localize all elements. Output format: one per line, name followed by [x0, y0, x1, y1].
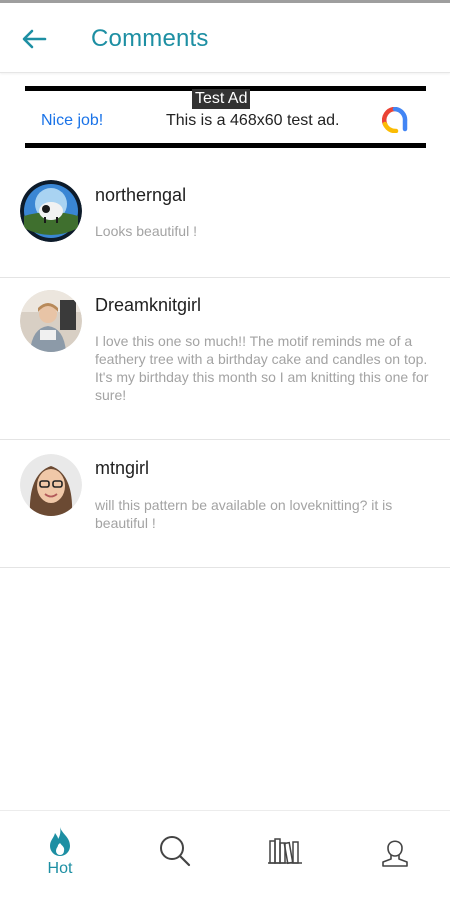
comment-username[interactable]: northerngal	[95, 185, 186, 206]
avatar-image	[20, 454, 82, 516]
avatar-image	[20, 290, 82, 352]
app-bar: Comments	[0, 3, 450, 73]
nav-label-hot: Hot	[47, 860, 73, 877]
search-icon	[160, 836, 191, 867]
bottom-nav: Hot	[0, 810, 450, 900]
library-icon	[268, 838, 302, 865]
nav-item-hot[interactable]: Hot	[4, 811, 116, 900]
page-title: Comments	[91, 25, 209, 52]
comment-text: I love this one so much!! The motif remi…	[95, 333, 429, 403]
nav-item-profile[interactable]	[339, 811, 450, 900]
profile-icon	[382, 840, 408, 867]
flame-icon	[50, 827, 70, 856]
comment-item: mtngirl will this pattern be available o…	[0, 440, 450, 568]
arrow-left-icon	[22, 29, 47, 49]
ad-label: Test Ad	[192, 89, 251, 109]
ad-text: This is a 468x60 test ad.	[166, 112, 340, 129]
comment-item: northerngal Looks beautiful !	[0, 160, 450, 278]
avatar[interactable]	[20, 290, 82, 352]
nav-item-search[interactable]	[119, 811, 231, 900]
comment-username[interactable]: Dreamknitgirl	[95, 295, 201, 316]
nav-item-library[interactable]	[229, 811, 341, 900]
ad-network-logo	[382, 107, 408, 133]
avatar-image	[20, 180, 82, 242]
comment-text: will this pattern be available on lovekn…	[95, 497, 393, 531]
avatar[interactable]	[20, 180, 82, 242]
avatar[interactable]	[20, 454, 82, 516]
comment-item: Dreamknitgirl I love this one so much!! …	[0, 278, 450, 440]
comment-username[interactable]: mtngirl	[95, 458, 149, 479]
ad-headline: Nice job!	[41, 112, 104, 129]
back-button[interactable]	[16, 23, 52, 55]
comment-text: Looks beautiful !	[95, 223, 197, 239]
